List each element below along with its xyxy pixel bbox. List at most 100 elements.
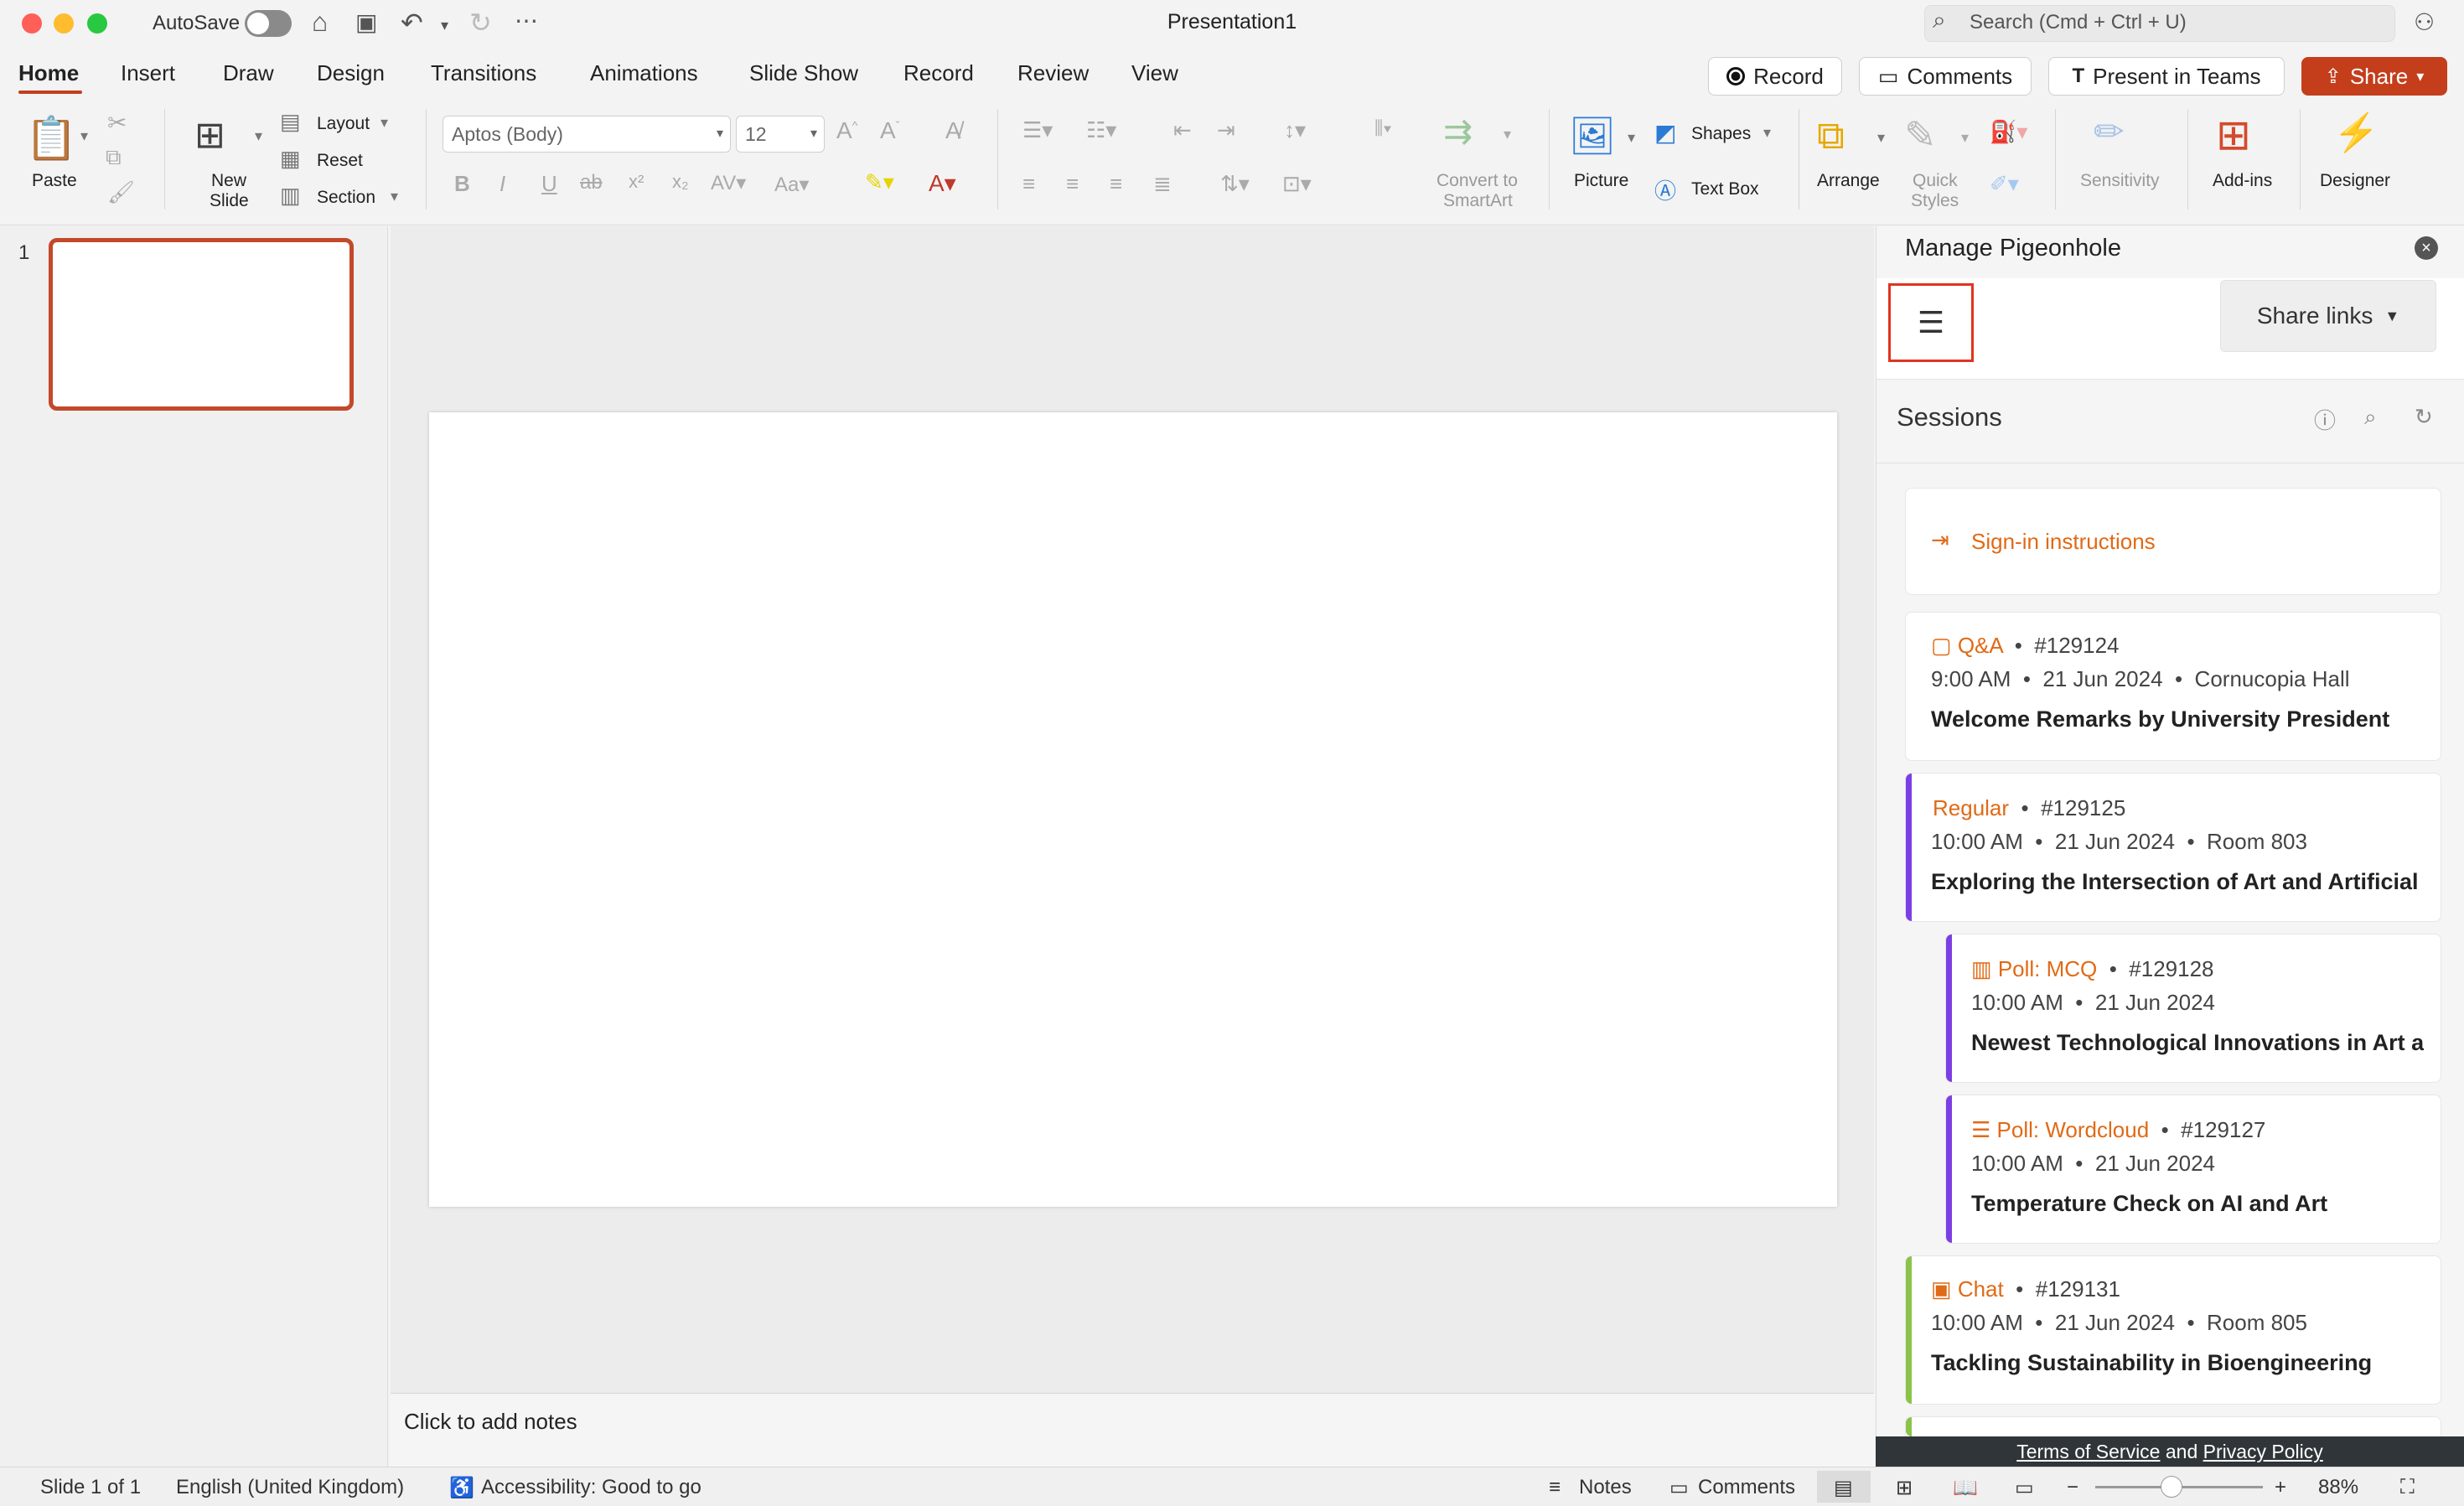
strikethrough-icon[interactable]: ab bbox=[580, 171, 603, 194]
sensitivity-label[interactable]: Sensitivity bbox=[2080, 171, 2160, 191]
increase-indent-icon[interactable]: ⇥ bbox=[1217, 117, 1235, 143]
help-icon[interactable]: ⓘ bbox=[2314, 404, 2336, 435]
shapes-button[interactable]: Shapes bbox=[1691, 124, 1751, 144]
autosave-toggle[interactable] bbox=[245, 10, 292, 37]
slide-sorter-icon[interactable]: ⊞ bbox=[1896, 1476, 1913, 1500]
shapes-chevron-icon[interactable]: ▾ bbox=[1763, 124, 1771, 142]
tab-view[interactable]: View bbox=[1131, 60, 1178, 86]
font-name-dropdown[interactable]: Aptos (Body) ▾ bbox=[443, 116, 731, 153]
language-status[interactable]: English (United Kingdom) bbox=[176, 1476, 404, 1499]
align-right-icon[interactable]: ≡ bbox=[1110, 171, 1122, 197]
text-box-icon[interactable]: Ⓐ bbox=[1654, 174, 1676, 205]
session-card[interactable]: ▣ Chat • #129131 10:00 AM • 21 Jun 2024 … bbox=[1905, 1255, 2441, 1405]
section-button[interactable]: Section bbox=[317, 188, 375, 208]
convert-smartart-label-1[interactable]: Convert to bbox=[1436, 171, 1518, 191]
tab-slide-show[interactable]: Slide Show bbox=[749, 60, 858, 86]
terms-link[interactable]: Terms of Service bbox=[2016, 1441, 2160, 1462]
character-spacing-icon[interactable]: AV▾ bbox=[711, 171, 746, 195]
zoom-slider-thumb[interactable] bbox=[2161, 1476, 2182, 1498]
picture-label[interactable]: Picture bbox=[1574, 171, 1628, 191]
close-icon[interactable]: × bbox=[2415, 236, 2438, 260]
justify-icon[interactable]: ≣ bbox=[1153, 171, 1172, 197]
text-box-button[interactable]: Text Box bbox=[1691, 179, 1759, 199]
new-slide-icon[interactable]: ⊞ bbox=[194, 114, 225, 157]
record-button[interactable]: Record bbox=[1708, 57, 1842, 96]
session-card[interactable]: ▢ Q&A • #129124 9:00 AM • 21 Jun 2024 • … bbox=[1905, 612, 2441, 761]
format-painter-icon[interactable]: 🖌 bbox=[107, 179, 135, 205]
quick-styles-label-2[interactable]: Styles bbox=[1911, 191, 1959, 211]
bullets-icon[interactable]: ☰▾ bbox=[1022, 117, 1053, 143]
font-color-icon[interactable]: A▾ bbox=[929, 169, 956, 197]
reset-button[interactable]: Reset bbox=[317, 151, 363, 171]
tab-design[interactable]: Design bbox=[317, 60, 385, 86]
font-size-dropdown[interactable]: 12 ▾ bbox=[736, 116, 825, 153]
save-icon[interactable]: ▣ bbox=[355, 8, 377, 36]
new-slide-label-1[interactable]: New bbox=[211, 171, 246, 191]
highlight-icon[interactable]: ✎▾ bbox=[865, 169, 894, 195]
quick-styles-label-1[interactable]: Quick bbox=[1913, 171, 1958, 191]
smartart-icon[interactable]: ⇉ bbox=[1443, 111, 1473, 152]
reading-view-icon[interactable]: 📖 bbox=[1953, 1476, 1978, 1500]
paste-icon[interactable]: 📋 bbox=[25, 114, 77, 163]
align-text-icon[interactable]: ⊡▾ bbox=[1282, 171, 1312, 197]
shapes-icon[interactable]: ◩ bbox=[1654, 119, 1676, 147]
shape-outline-icon[interactable]: ✐▾ bbox=[1990, 171, 2019, 197]
zoom-level[interactable]: 88% bbox=[2318, 1476, 2358, 1499]
designer-icon[interactable]: ⚡ bbox=[2333, 111, 2379, 154]
columns-icon[interactable]: ⫼▾ bbox=[1374, 117, 1392, 139]
align-center-icon[interactable]: ≡ bbox=[1066, 171, 1079, 197]
arrange-icon[interactable]: ⧉ bbox=[1817, 112, 1845, 159]
share-button[interactable]: ⇪ Share ▾ bbox=[2301, 57, 2447, 96]
share-links-button[interactable]: Share links ▼ bbox=[2220, 280, 2436, 352]
layout-chevron-icon[interactable]: ▾ bbox=[380, 114, 388, 132]
quick-styles-chevron-icon[interactable]: ▾ bbox=[1961, 129, 1969, 147]
layout-button[interactable]: Layout bbox=[317, 114, 370, 134]
slideshow-icon[interactable]: ▭ bbox=[2015, 1476, 2034, 1500]
tab-insert[interactable]: Insert bbox=[121, 60, 175, 86]
tab-review[interactable]: Review bbox=[1017, 60, 1089, 86]
add-ins-icon[interactable]: ⊞ bbox=[2216, 111, 2251, 159]
decrease-indent-icon[interactable]: ⇤ bbox=[1173, 117, 1192, 143]
increase-font-icon[interactable]: A^ bbox=[836, 117, 857, 144]
notes-placeholder[interactable]: Click to add notes bbox=[404, 1409, 577, 1435]
redo-icon[interactable]: ↻ bbox=[469, 7, 492, 39]
more-icon[interactable]: ⋯ bbox=[515, 7, 538, 34]
cut-icon[interactable]: ✂ bbox=[107, 109, 127, 137]
italic-icon[interactable]: I bbox=[500, 171, 505, 197]
clear-formatting-icon[interactable]: A̸ bbox=[945, 117, 961, 144]
new-slide-label-2[interactable]: Slide bbox=[210, 191, 249, 211]
subscript-icon[interactable]: x₂ bbox=[672, 171, 689, 193]
reset-icon[interactable]: ▦ bbox=[280, 146, 301, 172]
session-card[interactable]: Regular • #129125 10:00 AM • 21 Jun 2024… bbox=[1905, 773, 2441, 922]
convert-smartart-label-2[interactable]: SmartArt bbox=[1443, 191, 1513, 211]
smartart-chevron-icon[interactable]: ▾ bbox=[1504, 126, 1511, 143]
bold-icon[interactable]: B bbox=[454, 171, 470, 197]
session-card[interactable]: ☰ Poll: Wordcloud • #129127 10:00 AM • 2… bbox=[1945, 1095, 2441, 1244]
tab-record[interactable]: Record bbox=[903, 60, 974, 86]
comments-toggle[interactable]: Comments bbox=[1698, 1476, 1795, 1499]
zoom-window-button[interactable] bbox=[87, 13, 107, 34]
tab-transitions[interactable]: Transitions bbox=[431, 60, 536, 86]
paste-label[interactable]: Paste bbox=[32, 171, 77, 191]
picture-icon[interactable]: 🖼 bbox=[1569, 114, 1616, 158]
picture-chevron-icon[interactable]: ▾ bbox=[1628, 129, 1635, 147]
underline-icon[interactable]: U bbox=[541, 171, 557, 197]
tab-draw[interactable]: Draw bbox=[223, 60, 274, 86]
tab-home[interactable]: Home bbox=[18, 60, 79, 86]
close-window-button[interactable] bbox=[22, 13, 42, 34]
present-in-teams-button[interactable]: T Present in Teams bbox=[2048, 57, 2285, 96]
tab-animations[interactable]: Animations bbox=[590, 60, 698, 86]
zoom-out-icon[interactable]: − bbox=[2067, 1476, 2078, 1499]
quick-styles-icon[interactable]: ✎ bbox=[1904, 112, 1937, 158]
layout-icon[interactable]: ▤ bbox=[280, 109, 301, 135]
change-case-icon[interactable]: Aa▾ bbox=[774, 173, 809, 197]
refresh-icon[interactable]: ↻ bbox=[2415, 404, 2433, 430]
fit-to-window-icon[interactable]: ⛶ bbox=[2400, 1476, 2415, 1499]
line-spacing-icon[interactable]: ↕▾ bbox=[1284, 117, 1306, 143]
paste-chevron-icon[interactable]: ▾ bbox=[80, 127, 88, 145]
zoom-in-icon[interactable]: + bbox=[2275, 1476, 2286, 1499]
shape-fill-icon[interactable]: ⛽▾ bbox=[1990, 119, 2027, 145]
home-icon[interactable]: ⌂ bbox=[312, 7, 328, 38]
text-direction-icon[interactable]: ⇅▾ bbox=[1220, 171, 1250, 197]
session-card-partial[interactable] bbox=[1905, 1416, 2441, 1436]
